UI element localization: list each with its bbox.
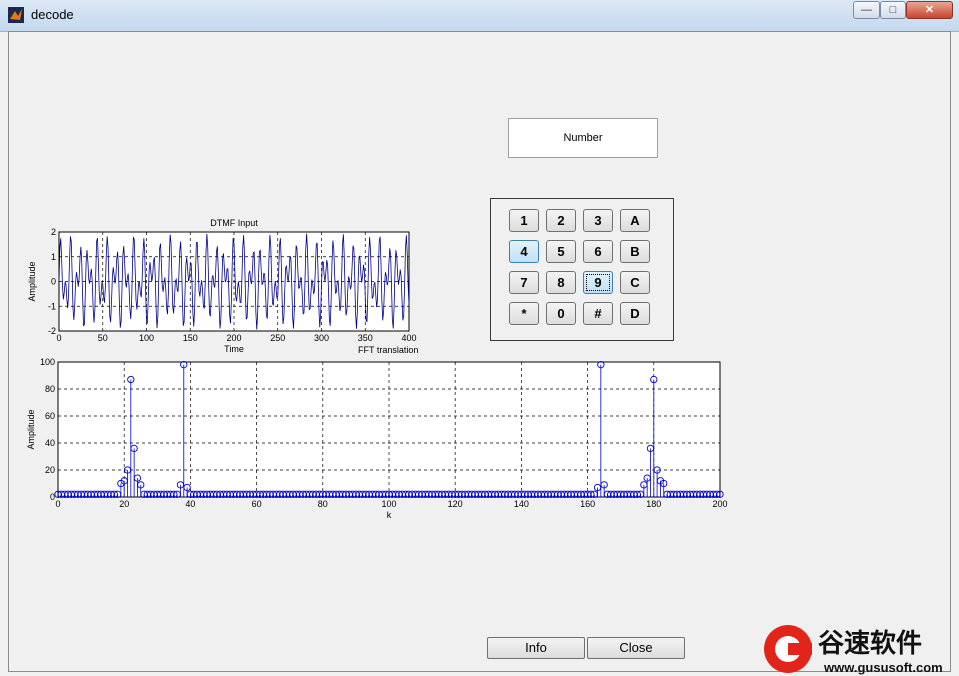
x-tick-label: 0 xyxy=(55,499,60,509)
y-tick-label: 40 xyxy=(45,438,55,448)
key-c[interactable]: C xyxy=(620,271,650,294)
key-star[interactable]: * xyxy=(509,302,539,325)
x-tick-label: 160 xyxy=(580,499,595,509)
key-1[interactable]: 1 xyxy=(509,209,539,232)
watermark-brand: 谷速软件 xyxy=(818,628,922,658)
minimize-button[interactable]: — xyxy=(853,1,880,19)
key-b[interactable]: B xyxy=(620,240,650,263)
key-2[interactable]: 2 xyxy=(546,209,576,232)
close-window-button[interactable]: ✕ xyxy=(906,1,953,19)
key-0[interactable]: 0 xyxy=(546,302,576,325)
x-tick-label: 40 xyxy=(185,499,195,509)
key-6[interactable]: 6 xyxy=(583,240,613,263)
window-title: decode xyxy=(31,7,74,22)
y-axis-label: Amplitude xyxy=(26,409,36,449)
watermark-logo: 谷速软件 www.gususoft.com xyxy=(764,625,943,675)
y-tick-label: -1 xyxy=(48,301,56,311)
keypad-panel: 1 2 3 A 4 5 6 B 7 8 9 C * 0 # D xyxy=(490,198,674,341)
title-bar: decode — □ ✕ xyxy=(0,0,959,32)
x-tick-label: 200 xyxy=(712,499,727,509)
close-button[interactable]: Close xyxy=(587,637,685,659)
key-9[interactable]: 9 xyxy=(583,271,613,294)
key-8[interactable]: 8 xyxy=(546,271,576,294)
fft-plot: 0 20 40 60 80 100 120 140 160 180 200100806040200k… xyxy=(26,345,728,520)
y-axis-label: Amplitude xyxy=(27,261,37,301)
key-7[interactable]: 7 xyxy=(509,271,539,294)
y-tick-label: 0 xyxy=(51,277,56,287)
watermark-url: www.gususoft.com xyxy=(823,660,943,675)
y-tick-label: 0 xyxy=(50,492,55,502)
x-tick-label: 180 xyxy=(646,499,661,509)
y-tick-label: 1 xyxy=(51,252,56,262)
info-button[interactable]: Info xyxy=(487,637,585,659)
chart-title: DTMF Input xyxy=(210,218,258,228)
key-d[interactable]: D xyxy=(620,302,650,325)
y-tick-label: 100 xyxy=(40,357,55,367)
x-tick-label: 60 xyxy=(252,499,262,509)
key-hash[interactable]: # xyxy=(583,302,613,325)
x-tick-label: 120 xyxy=(448,499,463,509)
y-tick-label: 60 xyxy=(45,411,55,421)
x-tick-label: 100 xyxy=(381,499,396,509)
key-a[interactable]: A xyxy=(620,209,650,232)
y-tick-label: 20 xyxy=(45,465,55,475)
key-5[interactable]: 5 xyxy=(546,240,576,263)
key-4[interactable]: 4 xyxy=(509,240,539,263)
key-3[interactable]: 3 xyxy=(583,209,613,232)
maximize-button[interactable]: □ xyxy=(880,1,906,19)
chart-title: FFT translation xyxy=(358,345,418,355)
y-tick-label: 2 xyxy=(51,227,56,237)
x-tick-label: 80 xyxy=(318,499,328,509)
number-display: Number xyxy=(508,118,658,158)
dtmf-input-plot: DTMF Input0 50 100 150 200 250 300 350 400210-1-… xyxy=(27,218,417,354)
y-tick-label: 80 xyxy=(45,384,55,394)
x-tick-label: 20 xyxy=(119,499,129,509)
matlab-icon xyxy=(8,7,24,23)
x-tick-label: 140 xyxy=(514,499,529,509)
x-axis-label: k xyxy=(387,510,392,520)
y-tick-label: -2 xyxy=(48,326,56,336)
